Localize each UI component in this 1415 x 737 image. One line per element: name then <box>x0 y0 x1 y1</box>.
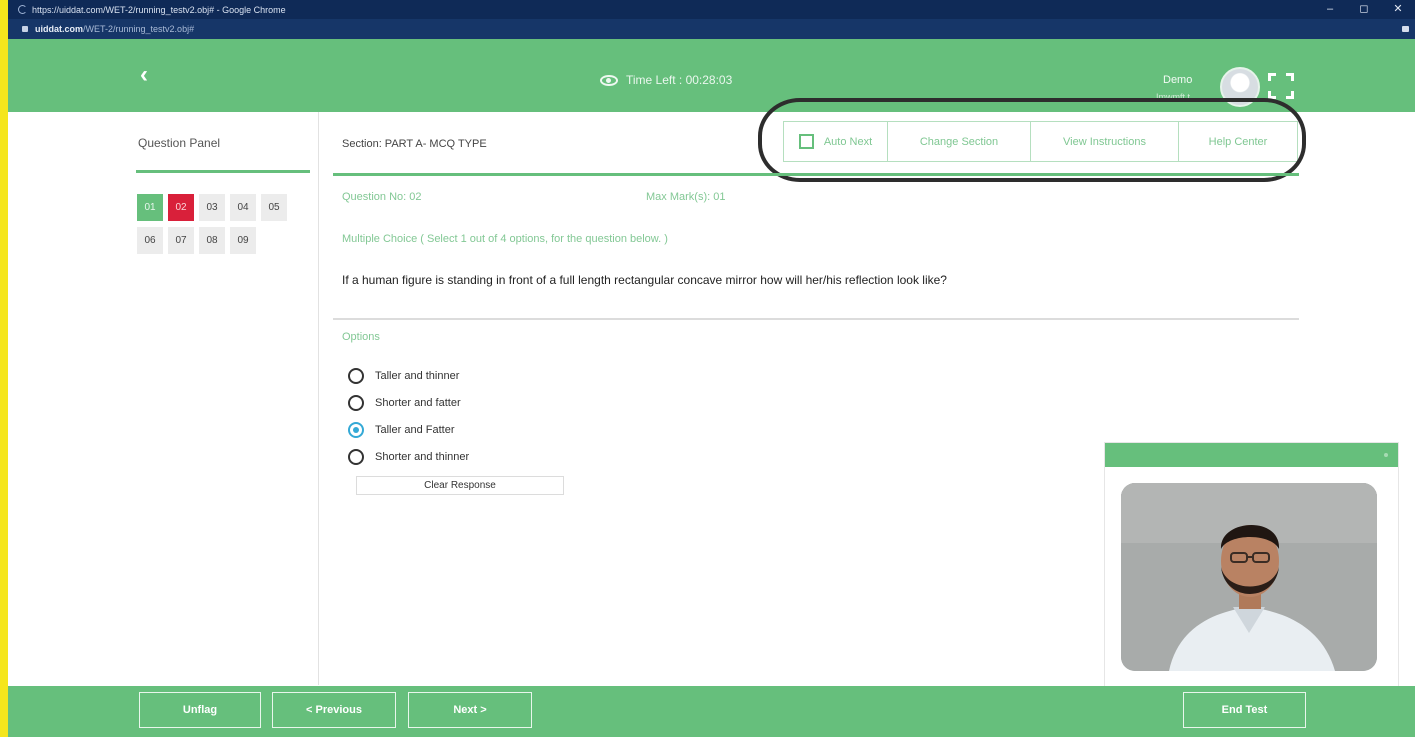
url-host: uiddat.com <box>35 24 84 34</box>
question-button-07[interactable]: 07 <box>168 227 194 254</box>
next-button[interactable]: Next > <box>408 692 532 728</box>
radio-button[interactable] <box>348 368 364 384</box>
url-text[interactable]: uiddat.com/WET-2/running_testv2.obj# <box>35 24 194 34</box>
question-grid: 01 02 03 04 05 06 07 08 09 <box>137 194 297 254</box>
option-label: Taller and thinner <box>375 370 460 382</box>
help-center-button[interactable]: Help Center <box>1179 122 1297 161</box>
exam-window: https://uiddat.com/WET-2/running_testv2.… <box>8 0 1415 737</box>
max-marks: Max Mark(s): 01 <box>646 191 726 203</box>
option-label: Taller and Fatter <box>375 424 455 436</box>
url-path: /WET-2/running_testv2.obj# <box>83 24 195 34</box>
time-left-label: Time Left : 00:28:03 <box>626 73 733 87</box>
previous-button[interactable]: < Previous <box>272 692 396 728</box>
option-1[interactable]: Taller and thinner <box>348 368 459 384</box>
close-button[interactable]: ✕ <box>1381 0 1415 19</box>
options-label: Options <box>342 331 380 343</box>
proctor-webcam-panel <box>1104 442 1399 687</box>
timer: Time Left : 00:28:03 <box>600 73 732 87</box>
question-button-08[interactable]: 08 <box>199 227 225 254</box>
panel-divider <box>136 170 310 173</box>
question-button-05[interactable]: 05 <box>261 194 287 221</box>
section-label: Section: PART A- MCQ TYPE <box>342 138 487 150</box>
clear-response-button[interactable]: Clear Response <box>356 476 564 495</box>
candidate-video-icon <box>1121 483 1377 671</box>
question-button-06[interactable]: 06 <box>137 227 163 254</box>
question-divider <box>333 318 1299 320</box>
question-panel-title: Question Panel <box>138 136 221 150</box>
fullscreen-icon[interactable] <box>1268 73 1294 99</box>
question-number: Question No: 02 <box>342 191 422 203</box>
radio-button[interactable] <box>348 449 364 465</box>
browser-titlebar: https://uiddat.com/WET-2/running_testv2.… <box>8 0 1415 19</box>
section-divider <box>333 173 1299 176</box>
radio-button[interactable] <box>348 422 364 438</box>
browser-title: https://uiddat.com/WET-2/running_testv2.… <box>32 4 286 15</box>
eye-icon <box>600 74 618 86</box>
exam-header: ‹ Time Left : 00:28:03 Demo Imwmft t <box>8 39 1415 112</box>
window-controls: – ◻ ✕ <box>1313 0 1415 19</box>
option-label: Shorter and fatter <box>375 397 461 409</box>
question-button-02[interactable]: 02 <box>168 194 194 221</box>
option-3[interactable]: Taller and Fatter <box>348 422 454 438</box>
minimize-dot-icon[interactable] <box>1384 453 1388 457</box>
exam-footer: Unflag < Previous Next > End Test <box>8 686 1415 737</box>
view-instructions-button[interactable]: View Instructions <box>1031 122 1179 161</box>
option-2[interactable]: Shorter and fatter <box>348 395 461 411</box>
avatar[interactable] <box>1220 67 1260 107</box>
extension-icon[interactable] <box>1402 26 1409 32</box>
user-subtitle: Imwmft t <box>1156 92 1190 102</box>
address-bar[interactable]: uiddat.com/WET-2/running_testv2.obj# <box>8 19 1415 39</box>
change-section-button[interactable]: Change Section <box>888 122 1031 161</box>
webcam-feed <box>1121 483 1377 671</box>
loading-icon <box>18 5 27 14</box>
question-type: Multiple Choice ( Select 1 out of 4 opti… <box>342 233 668 245</box>
question-button-04[interactable]: 04 <box>230 194 256 221</box>
question-text: If a human figure is standing in front o… <box>342 273 947 287</box>
unflag-button[interactable]: Unflag <box>139 692 261 728</box>
auto-next-checkbox[interactable] <box>798 134 814 149</box>
option-4[interactable]: Shorter and thinner <box>348 449 469 465</box>
question-panel: Question Panel 01 02 03 04 05 06 07 08 0… <box>8 112 319 685</box>
auto-next-toggle[interactable]: Auto Next <box>784 122 888 161</box>
user-name: Demo <box>1163 74 1193 86</box>
exam-toolbar: Auto Next Change Section View Instructio… <box>783 121 1298 162</box>
webcam-header[interactable] <box>1105 443 1398 467</box>
restore-button[interactable]: ◻ <box>1347 0 1381 19</box>
back-chevron-icon[interactable]: ‹ <box>140 61 148 89</box>
radio-button[interactable] <box>348 395 364 411</box>
option-label: Shorter and thinner <box>375 451 470 463</box>
question-button-01[interactable]: 01 <box>137 194 163 221</box>
lock-icon <box>22 26 28 32</box>
minimize-button[interactable]: – <box>1313 0 1347 19</box>
end-test-button[interactable]: End Test <box>1183 692 1306 728</box>
question-button-03[interactable]: 03 <box>199 194 225 221</box>
auto-next-label: Auto Next <box>823 135 873 148</box>
question-button-09[interactable]: 09 <box>230 227 256 254</box>
